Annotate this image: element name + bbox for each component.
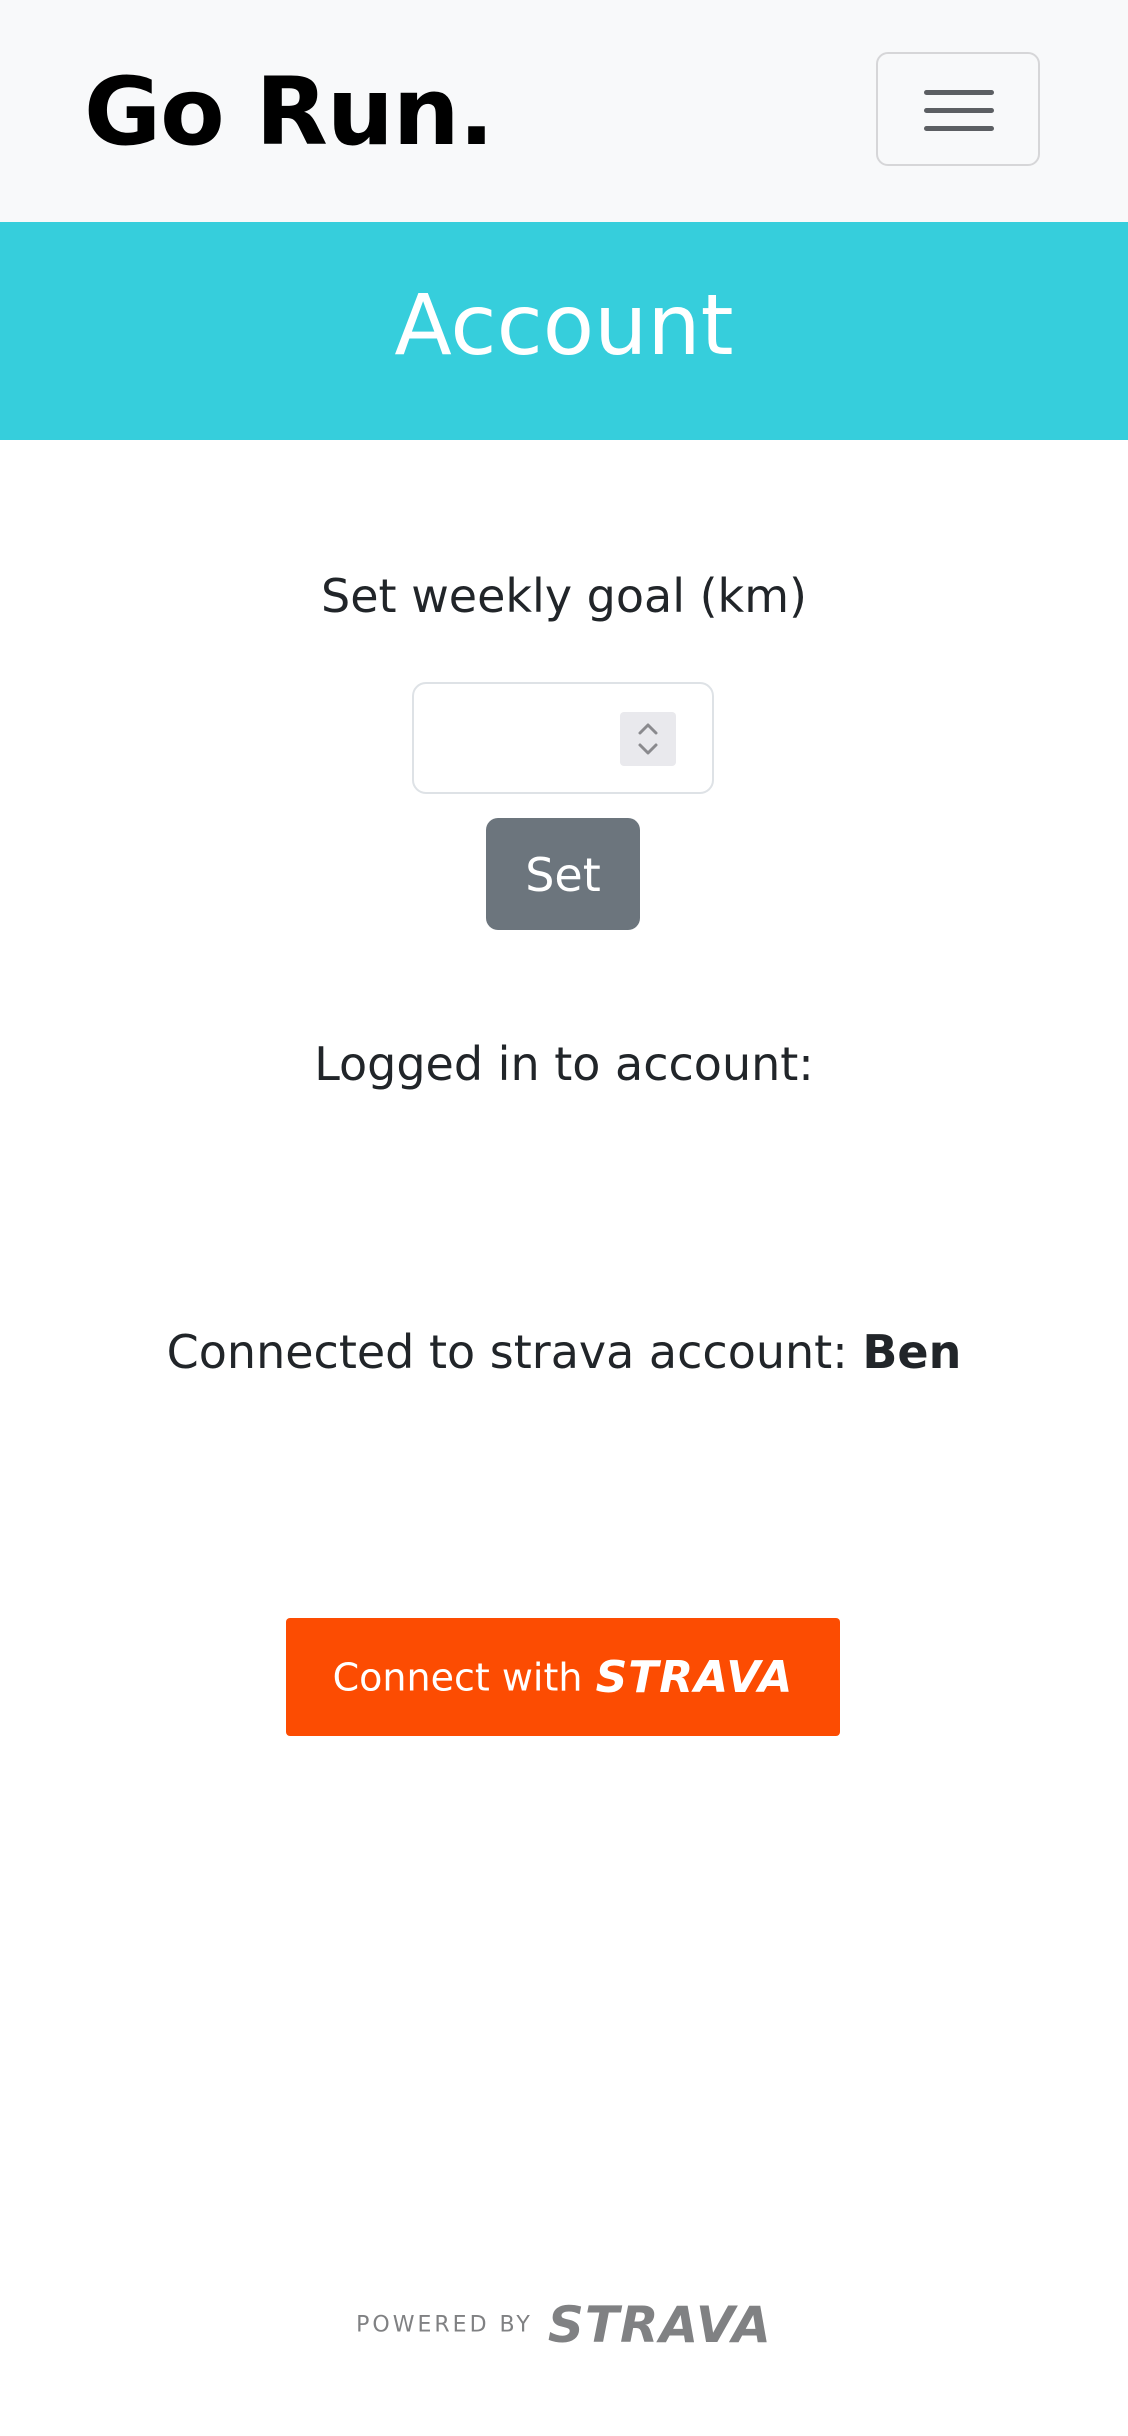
connect-with-strava-button[interactable]: Connect with STRAVA xyxy=(286,1618,840,1736)
weekly-goal-input[interactable] xyxy=(432,698,616,780)
powered-by-text: POWERED BY xyxy=(356,2312,533,2338)
weekly-goal-field[interactable] xyxy=(412,682,714,794)
page-title: Account xyxy=(394,276,734,374)
navbar-toggle-button[interactable] xyxy=(876,52,1040,166)
hamburger-menu-icon-bar xyxy=(924,126,994,131)
weekly-goal-label: Set weekly goal (km) xyxy=(321,569,807,623)
strava-logo: STRAVA xyxy=(595,1651,794,1703)
page-header: Account xyxy=(0,222,1128,440)
strava-account-label: Connected to strava account: xyxy=(166,1325,863,1379)
hamburger-menu-icon xyxy=(924,90,994,95)
logged-in-account: Logged in to account: xyxy=(0,1034,1128,1094)
powered-by-strava: POWERED BY STRAVA xyxy=(0,2296,1128,2354)
strava-account-status: Connected to strava account: Ben xyxy=(0,1322,1128,1382)
number-spinner-icon[interactable] xyxy=(620,712,676,766)
brand-logo[interactable]: Go Run. xyxy=(84,58,494,168)
hamburger-menu-icon-bar xyxy=(924,108,994,113)
logged-in-label: Logged in to account: xyxy=(314,1037,814,1091)
set-goal-button[interactable]: Set xyxy=(486,818,640,930)
strava-account-name: Ben xyxy=(862,1325,962,1379)
navbar: Go Run. xyxy=(0,0,1128,222)
strava-footer-logo: STRAVA xyxy=(547,2296,772,2354)
connect-with-text: Connect with xyxy=(332,1655,583,1700)
